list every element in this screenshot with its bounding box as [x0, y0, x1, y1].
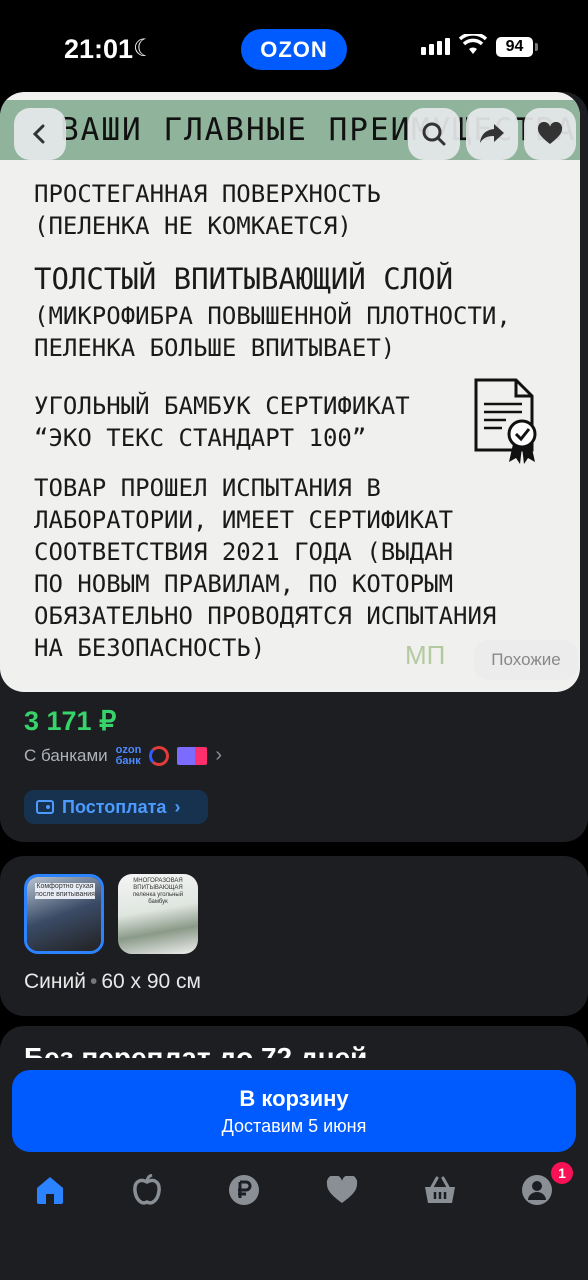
variant-thumb-blue[interactable]: Комфортно сухая после впитывания [24, 874, 104, 954]
add-to-cart-button[interactable]: В корзину Доставим 5 июня [12, 1070, 576, 1152]
favorite-button[interactable] [524, 108, 576, 160]
back-button[interactable] [14, 108, 66, 160]
chevron-right-icon: › [215, 744, 222, 766]
tab-bar [0, 1170, 588, 1222]
feature-quilted: ПРОСТЕГАННАЯ ПОВЕРХНОСТЬ (ПЕЛЕНКА НЕ КОМ… [34, 180, 381, 240]
status-bar: 21:01 ☾ OZON 94 [0, 0, 588, 92]
postpay-label: Постоплата [62, 796, 167, 817]
feature-absorbent-text: (МИКРОФИБРА ПОВЫШЕННОЙ ПЛОТНОСТИ, ПЕЛЕНК… [34, 302, 511, 362]
chevron-left-icon [32, 124, 45, 144]
variant-size: 60 х 90 см [101, 970, 201, 993]
bottom-panel: В корзину Доставим 5 июня 1 [0, 1058, 588, 1280]
product-card: ВАШИ ГЛАВНЫЕ ПРЕИМУЩЕСТВА ПРОСТЕГАННАЯ П… [0, 92, 588, 842]
heart-icon [537, 122, 563, 144]
status-time: 21:01 [64, 34, 134, 64]
similar-button[interactable]: Похожие [474, 640, 578, 680]
apple-icon [133, 1174, 161, 1205]
feature-absorbent-title: ТОЛСТЫЙ ВПИТЫВАЮЩИЙ СЛОЙ [34, 262, 454, 296]
moon-icon: ☾ [133, 35, 155, 62]
signal-icon [421, 38, 450, 55]
wifi-icon [459, 34, 487, 54]
profile-notification-badge: 1 [551, 1162, 573, 1184]
bank-offers[interactable]: С банками ozon банк › [24, 744, 222, 767]
postpay-button[interactable]: Постоплата › [24, 790, 208, 824]
variant-label: Синий • 60 х 90 см [24, 970, 201, 993]
chevron-right-icon: › [174, 796, 181, 817]
tab-fresh[interactable] [127, 1170, 167, 1210]
heart-icon [326, 1176, 358, 1203]
profile-icon [522, 1175, 552, 1205]
brand-logo: МП [405, 640, 446, 670]
search-icon [422, 122, 446, 146]
wallet-icon [36, 800, 54, 814]
ruble-icon [229, 1175, 259, 1205]
product-price: 3 171 ₽ [24, 706, 117, 736]
search-button[interactable] [408, 108, 460, 160]
variant-selector: Комфортно сухая после впитывания МНОГОРА… [0, 856, 588, 1016]
tab-home[interactable] [30, 1170, 70, 1210]
cart-button-subtitle: Доставим 5 июня [221, 1115, 367, 1136]
bank-logo [149, 745, 170, 766]
battery-indicator: 94 [496, 37, 538, 57]
feature-lab-tested: ТОВАР ПРОШЕЛ ИСПЫТАНИЯ В ЛАБОРАТОРИИ, ИМ… [34, 474, 497, 662]
tab-finance[interactable] [224, 1170, 264, 1210]
ozon-bank-logo: ozon банк [115, 743, 142, 767]
tab-favorites[interactable] [322, 1170, 362, 1210]
basket-icon [425, 1176, 455, 1203]
variant-thumb-bamboo[interactable]: МНОГОРАЗОВАЯ ВПИТЫВАЮЩАЯ пеленка угольны… [118, 874, 198, 954]
product-gallery[interactable]: ВАШИ ГЛАВНЫЕ ПРЕИМУЩЕСТВА ПРОСТЕГАННАЯ П… [0, 92, 580, 692]
cart-button-title: В корзину [239, 1085, 349, 1111]
share-icon [480, 124, 504, 143]
certificate-icon [474, 378, 537, 464]
bank-logo [177, 746, 208, 765]
home-icon [37, 1177, 63, 1204]
tab-cart[interactable] [420, 1170, 460, 1210]
banks-label: С банками [24, 745, 108, 765]
share-button[interactable] [466, 108, 518, 160]
variant-color: Синий [24, 970, 86, 993]
feature-bamboo: УГОЛЬНЫЙ БАМБУК СЕРТИФИКАТ “ЭКО ТЕКС СТА… [34, 392, 410, 452]
ozon-logo[interactable]: OZON [241, 29, 347, 70]
